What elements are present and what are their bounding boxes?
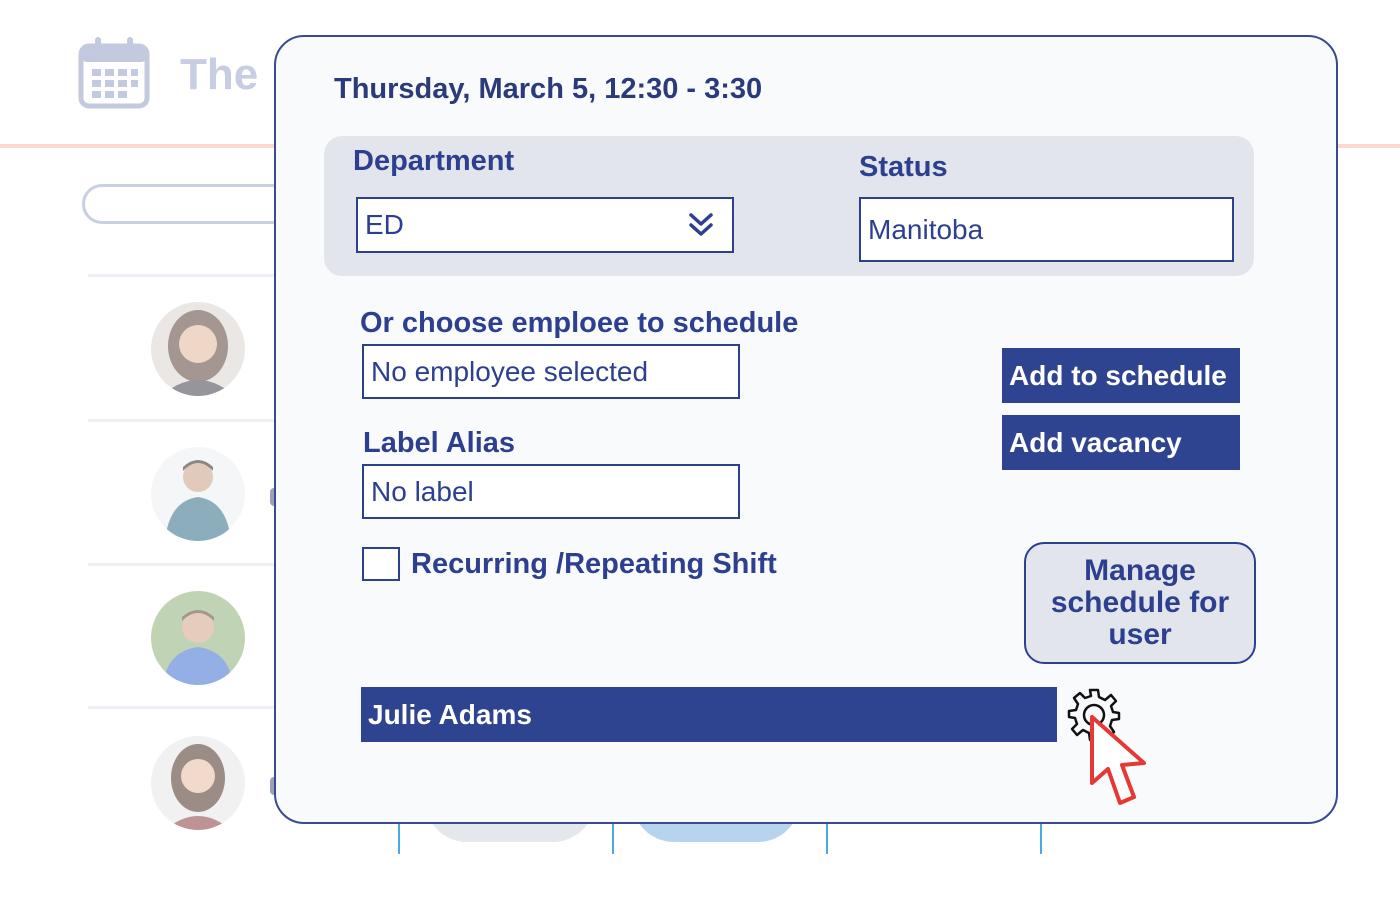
background-app-title: The: [180, 50, 259, 99]
calendar-icon: [78, 37, 150, 109]
manage-schedule-label: Manage schedule for user: [1050, 554, 1230, 651]
avatar: [151, 591, 245, 685]
row-divider: [88, 563, 288, 566]
row-divider: [88, 419, 288, 422]
selected-user-bar[interactable]: Julie Adams: [361, 687, 1057, 742]
status-value: Manitoba: [868, 213, 984, 245]
dialog-title: Thursday, March 5, 12:30 - 3:30: [334, 73, 763, 105]
row-divider: [88, 274, 288, 277]
manage-schedule-button[interactable]: Manage schedule for user: [1024, 542, 1256, 664]
avatar: [151, 736, 245, 830]
label-alias-label: Label Alias: [363, 427, 516, 459]
department-select[interactable]: ED: [356, 197, 734, 253]
avatar: [151, 302, 245, 396]
add-vacancy-button[interactable]: Add vacancy: [1002, 415, 1240, 470]
label-alias-value: No label: [371, 475, 474, 507]
avatar: [151, 447, 245, 541]
employee-label: Or choose emploee to schedule: [360, 307, 799, 339]
cursor-arrow-icon: [1090, 715, 1146, 805]
selected-user-name: Julie Adams: [368, 698, 532, 730]
column-divider: [826, 822, 828, 854]
department-value: ED: [365, 209, 404, 240]
screen: The Thursday, March 5, 12:30 - 3:30 Depa…: [0, 0, 1400, 900]
double-chevron-down-icon: [689, 213, 713, 236]
add-to-schedule-button[interactable]: Add to schedule: [1002, 348, 1240, 403]
row-divider: [88, 706, 288, 709]
employee-select[interactable]: No employee selected: [362, 344, 740, 399]
status-field[interactable]: Manitoba: [859, 197, 1234, 262]
shift-dialog: Thursday, March 5, 12:30 - 3:30 Departme…: [274, 35, 1338, 824]
status-label: Status: [859, 151, 948, 183]
label-alias-input[interactable]: No label: [362, 464, 740, 519]
recurring-shift-checkbox[interactable]: [362, 547, 400, 581]
column-divider: [1040, 822, 1042, 854]
department-label: Department: [353, 145, 515, 177]
column-divider: [612, 822, 614, 854]
employee-value: No employee selected: [371, 355, 649, 387]
recurring-shift-label: Recurring /Repeating Shift: [411, 548, 777, 580]
column-divider: [398, 822, 400, 854]
